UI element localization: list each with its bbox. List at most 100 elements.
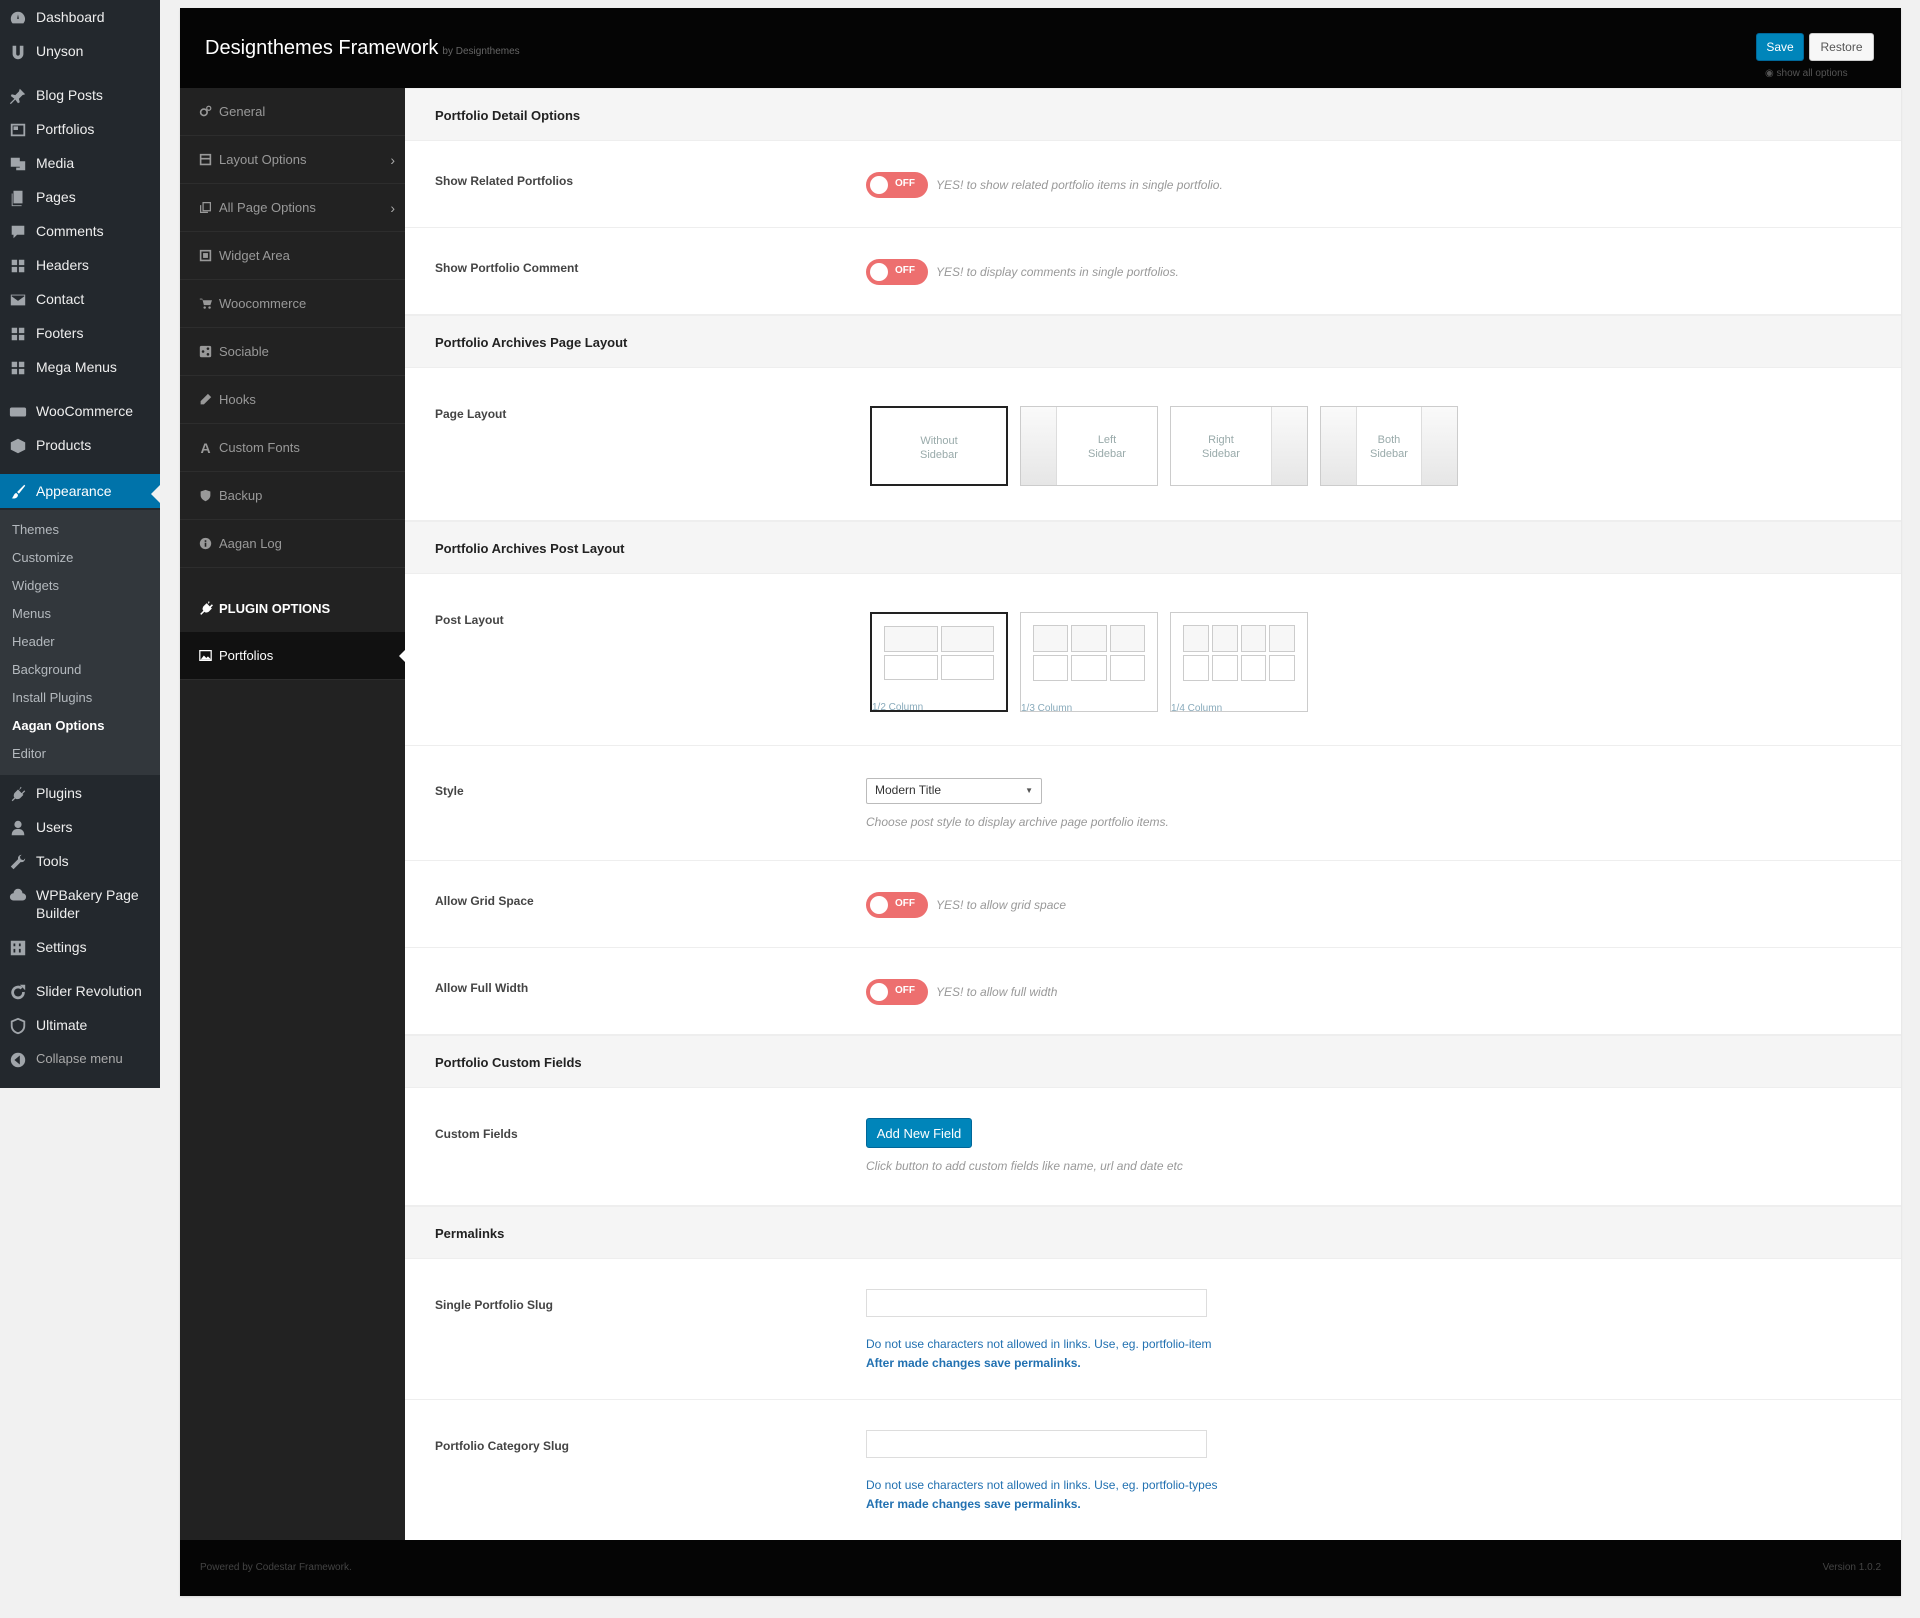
font-icon: A [200, 439, 211, 456]
column-cell [1211, 654, 1238, 681]
post-layout-caption: 1/3 Column [1021, 703, 1073, 714]
cart-icon [197, 297, 214, 310]
shield-icon [0, 1016, 36, 1035]
show-comment-toggle[interactable]: OFF [866, 259, 928, 285]
layout-both-sidebar-option[interactable]: Both Sidebar [1320, 406, 1458, 486]
post-layout-quarter-column-option[interactable]: 1/4 Column [1170, 612, 1308, 714]
nav-sociable[interactable]: Sociable [180, 328, 405, 376]
layout-caption-text: Right Sidebar [1202, 434, 1240, 460]
submenu-menus[interactable]: Menus [12, 606, 51, 621]
nav-layout-options[interactable]: Layout Options › [180, 136, 405, 184]
field-single-portfolio-slug: Single Portfolio Slug Do not use charact… [405, 1259, 1901, 1400]
menu-contact[interactable]: Contact [0, 290, 160, 309]
nav-backup[interactable]: Backup [180, 472, 405, 520]
menu-unyson[interactable]: Unyson [0, 42, 160, 61]
field-page-layout: Page Layout Without Sidebar Left Sidebar… [405, 368, 1901, 521]
menu-portfolios[interactable]: Portfolios [0, 120, 160, 139]
nav-widget-area[interactable]: Widget Area [180, 232, 405, 280]
menu-comments[interactable]: Comments [0, 222, 160, 241]
toggle-state: OFF [895, 898, 915, 909]
column-cell [1240, 654, 1267, 681]
field-label: Show Related Portfolios [435, 174, 574, 188]
field-label: Portfolio Category Slug [435, 1439, 570, 1453]
menu-mega-menus[interactable]: Mega Menus [0, 358, 160, 377]
portfolio-icon [0, 120, 36, 139]
menu-products[interactable]: Products [0, 436, 160, 455]
submenu-themes[interactable]: Themes [12, 522, 59, 537]
field-post-layout: Post Layout 1/2 Column 1/3 Column 1/4 Co… [405, 574, 1901, 746]
field-label: Post Layout [435, 613, 504, 627]
nav-portfolios[interactable]: Portfolios [180, 632, 405, 680]
submenu-customize[interactable]: Customize [12, 550, 73, 565]
column-cell [884, 626, 938, 652]
chevron-right-icon: › [390, 199, 395, 216]
field-label: Allow Grid Space [435, 894, 534, 908]
menu-appearance[interactable]: Appearance [0, 474, 160, 508]
menu-wpbakery[interactable]: WPBakery Page Builder [0, 886, 150, 922]
submenu-background[interactable]: Background [12, 662, 81, 677]
nav-all-page-options[interactable]: All Page Options › [180, 184, 405, 232]
post-layout-third-column-option[interactable]: 1/3 Column [1020, 612, 1158, 714]
layout-right-sidebar-option[interactable]: Right Sidebar [1170, 406, 1308, 486]
field-hint: YES! to show related portfolio items in … [936, 178, 1223, 192]
panel-footer: Powered by Codestar Framework. Version 1… [180, 1540, 1901, 1596]
wrench-icon [0, 852, 36, 871]
full-width-toggle[interactable]: OFF [866, 979, 928, 1005]
field-label: Page Layout [435, 407, 507, 421]
menu-pages[interactable]: Pages [0, 188, 160, 207]
nav-woocommerce[interactable]: Woocommerce [180, 280, 405, 328]
sidebar-block [1271, 407, 1307, 485]
menu-blog-posts[interactable]: Blog Posts [0, 86, 160, 105]
toggle-knob [870, 983, 888, 1001]
menu-dashboard[interactable]: Dashboard [0, 8, 160, 27]
menu-users[interactable]: Users [0, 818, 160, 837]
column-cell [1183, 654, 1209, 681]
menu-slider-revolution[interactable]: Slider Revolution [0, 982, 160, 1001]
field-portfolio-category-slug: Portfolio Category Slug Do not use chara… [405, 1400, 1901, 1540]
menu-headers[interactable]: Headers [0, 256, 160, 275]
submenu-editor[interactable]: Editor [12, 746, 46, 761]
nav-aagan-log[interactable]: Aagan Log [180, 520, 405, 568]
show-all-options-link[interactable]: ◉ show all options [1765, 68, 1848, 79]
submenu-widgets[interactable]: Widgets [12, 578, 59, 593]
toggle-knob [870, 896, 888, 914]
add-new-field-button[interactable]: Add New Field [866, 1118, 972, 1148]
column-cell [1211, 625, 1238, 652]
nav-hooks[interactable]: Hooks [180, 376, 405, 424]
restore-button[interactable]: Restore [1809, 33, 1874, 61]
field-hint: YES! to allow grid space [936, 898, 1067, 912]
layout-left-sidebar-option[interactable]: Left Sidebar [1020, 406, 1158, 486]
portfolio-category-slug-input[interactable] [866, 1430, 1207, 1458]
menu-plugins[interactable]: Plugins [0, 784, 160, 803]
menu-ultimate[interactable]: Ultimate [0, 1016, 160, 1035]
layout-without-sidebar-option[interactable]: Without Sidebar [870, 406, 1008, 486]
menu-collapse[interactable]: Collapse menu [0, 1050, 160, 1069]
menu-media[interactable]: Media [0, 154, 160, 173]
pin-icon [0, 86, 36, 105]
style-select[interactable]: Modern Title ▼ [866, 778, 1042, 804]
pages-icon [0, 188, 36, 207]
menu-settings[interactable]: Settings [0, 938, 160, 957]
field-label: Single Portfolio Slug [435, 1298, 553, 1312]
menu-separator [0, 968, 160, 969]
submenu-header[interactable]: Header [12, 634, 55, 649]
nav-general[interactable]: General [180, 88, 405, 136]
submenu-install-plugins[interactable]: Install Plugins [12, 690, 92, 705]
grid-space-toggle[interactable]: OFF [866, 892, 928, 918]
menu-tools[interactable]: Tools [0, 852, 160, 871]
menu-woocommerce[interactable]: WooCommerce [0, 402, 160, 421]
options-nav: General Layout Options › All Page Options… [180, 88, 405, 1540]
layout-caption-text: Left Sidebar [1088, 434, 1126, 460]
show-related-toggle[interactable]: OFF [866, 172, 928, 198]
save-button[interactable]: Save [1756, 33, 1804, 61]
column-cell [1183, 625, 1209, 652]
submenu-aagan-options[interactable]: Aagan Options [12, 718, 104, 733]
layout-caption-text: Without Sidebar [920, 435, 958, 461]
post-layout-half-column-option[interactable]: 1/2 Column [870, 612, 1008, 713]
plug-icon [197, 600, 214, 617]
single-portfolio-slug-input[interactable] [866, 1289, 1207, 1317]
admin-sidebar: Dashboard Unyson Blog Posts Portfolios M… [0, 0, 160, 1088]
menu-footers[interactable]: Footers [0, 324, 160, 343]
grid-icon [0, 256, 36, 275]
nav-custom-fonts[interactable]: A Custom Fonts [180, 424, 405, 472]
